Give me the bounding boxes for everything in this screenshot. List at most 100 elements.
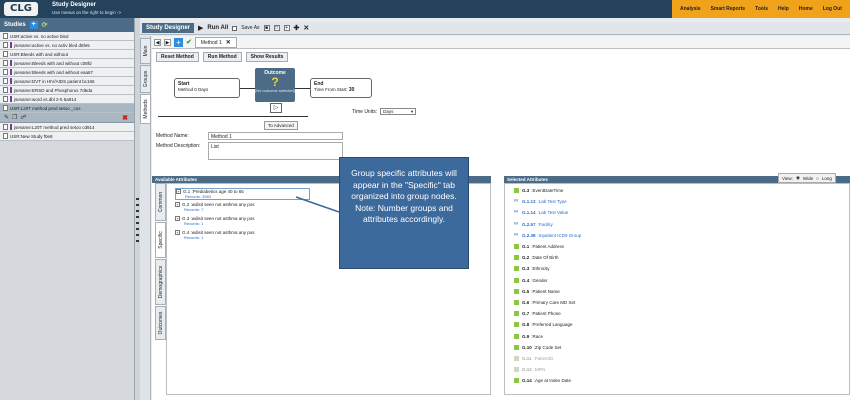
study-item[interactable]: USR:L20T method pred setoo _cus xyxy=(0,104,134,113)
expand-icon[interactable]: + xyxy=(175,202,180,207)
to-advanced-button[interactable]: To Advanced xyxy=(264,121,298,130)
copy-icon[interactable]: ❐ xyxy=(12,114,17,121)
tab-specific[interactable]: Specific xyxy=(155,222,166,258)
long-radio[interactable]: ○ xyxy=(816,176,819,181)
selected-attribute-row[interactable]: G.8:Preferred Language xyxy=(514,322,573,328)
study-item[interactable]: jsesame:word vs.dbl 2-5 5a914 xyxy=(0,95,134,104)
available-attribute-row[interactable]: + G.1 :Prediabetics age 40 to 65 Records: … xyxy=(175,188,310,200)
available-attribute-row[interactable]: + G.3 :wdisit seen not asthma any pos Reco… xyxy=(175,216,255,226)
attribute-name: :Zip Code Set xyxy=(533,344,562,350)
wide-radio[interactable]: ◉ xyxy=(796,175,800,181)
delete-icon[interactable]: ✖ xyxy=(122,114,128,122)
selected-attribute-row[interactable]: G.10:Zip Code Set xyxy=(514,344,562,350)
study-item[interactable]: USR:active vs. no active bled xyxy=(0,32,134,41)
next-tab-icon[interactable]: ▶ xyxy=(164,38,171,46)
study-label: jsesame:Bleeds with and without eaa67 xyxy=(14,69,94,75)
attribute-code: G.4 xyxy=(522,277,530,283)
method-name-input[interactable]: Method 1 xyxy=(208,132,343,140)
selected-attribute-row[interactable]: ∞ G.1.13:Lab Test Type xyxy=(514,198,567,204)
close-icon[interactable]: ✕ xyxy=(303,24,309,32)
nav-analysis[interactable]: Analysis xyxy=(680,6,701,12)
refresh-icon[interactable]: ⟳ xyxy=(42,21,48,29)
open-icon[interactable]: □ xyxy=(273,25,280,31)
study-item[interactable]: jsesame:Bleeds with and without c08fd xyxy=(0,59,134,68)
attribute-icon xyxy=(514,288,519,294)
run-all-button[interactable]: Run All xyxy=(207,25,228,31)
run-method-button[interactable]: Run Method xyxy=(202,52,242,62)
selected-attribute-row[interactable]: G.14:Age at Index Date xyxy=(514,378,572,384)
selected-attribute-row[interactable]: G.6:Primary Care MD Set xyxy=(514,300,575,305)
selected-attribute-row[interactable]: ∞ G.2.38:Inpatient ICD9 Group xyxy=(514,232,581,238)
add-method-button[interactable]: + xyxy=(174,37,183,47)
start-node[interactable]: Start Method 0 Days xyxy=(174,78,240,98)
study-item[interactable]: jsesame:DVT in HIV/AIDS patient bc166 xyxy=(0,77,134,86)
expand-icon[interactable]: + xyxy=(175,216,180,221)
selected-attribute-row[interactable]: G.12:MRN xyxy=(514,367,545,373)
selected-attribute-row[interactable]: G.4:Gender xyxy=(514,277,548,283)
tab-groups[interactable]: Groups xyxy=(140,65,151,93)
selected-attribute-row[interactable]: G.3:Ethnicity xyxy=(514,266,550,272)
time-units-label: Time Units: xyxy=(352,108,378,115)
attribute-name: :Preferred Language xyxy=(531,322,573,328)
reset-method-button[interactable]: Reset Method xyxy=(156,52,199,62)
arrows-icon[interactable]: ✚ xyxy=(294,24,300,32)
save-icon[interactable]: ■ xyxy=(263,25,270,31)
study-item[interactable]: USR:New Study f0e8 xyxy=(0,132,134,141)
attribute-name: :Age at Index Date xyxy=(533,378,572,384)
study-item[interactable]: jsesame:Bleeds with and without eaa67 xyxy=(0,68,134,77)
nav-smart-reports[interactable]: Smart Reports xyxy=(711,6,745,12)
selected-attribute-row[interactable]: G.11:PatientID xyxy=(514,356,553,361)
attribute-name: :Facility xyxy=(537,221,553,227)
study-item[interactable]: jsesame:L20T method pred setoo cd914 xyxy=(0,123,134,132)
selected-attribute-row[interactable]: ∞ G.2.57:Facility xyxy=(514,221,553,227)
expand-icon[interactable]: + xyxy=(176,189,181,194)
outcome-node[interactable]: Outcome ? [No outcome selected] xyxy=(255,68,295,102)
study-item[interactable]: jsesame:ERSD and Phosphorus 7d6da xyxy=(0,86,134,95)
edit-icon[interactable]: ✎ xyxy=(4,114,9,121)
study-item[interactable]: USR:Bleeds with and without xyxy=(0,50,134,59)
save-as-checkbox[interactable] xyxy=(232,25,238,31)
nav-tools[interactable]: Tools xyxy=(755,6,768,12)
attribute-icon xyxy=(514,300,519,305)
show-results-button[interactable]: Show Results xyxy=(245,52,289,62)
new-icon[interactable]: + xyxy=(283,25,290,31)
nav-log-out[interactable]: Log Out xyxy=(823,6,842,12)
attribute-code: G.14 xyxy=(522,378,532,384)
tab-demographics[interactable]: Demographics xyxy=(155,259,166,305)
splitter-grip-icon xyxy=(136,198,139,200)
prev-tab-icon[interactable]: ◀ xyxy=(154,38,161,46)
method-description-input[interactable]: List xyxy=(208,142,343,160)
method-tab[interactable]: Method 1 ✕ xyxy=(194,36,237,48)
time-units-select[interactable]: Days ▾ xyxy=(380,108,417,115)
selected-attribute-row[interactable]: G.1:Patient Address xyxy=(514,244,564,249)
selected-attribute-row[interactable]: G.9:Race xyxy=(514,333,543,339)
tab-common-label: Common xyxy=(157,191,164,213)
end-node[interactable]: End Time From Start: 30 xyxy=(310,78,372,98)
attribute-code: G.9 xyxy=(522,333,530,339)
tab-methods[interactable]: Methods xyxy=(140,94,151,124)
method-description-label: Method Description: xyxy=(156,143,201,149)
selected-attribute-row[interactable]: G.3:EventDateTime xyxy=(514,188,563,193)
attribute-icon xyxy=(514,188,519,193)
expand-icon[interactable]: + xyxy=(175,230,180,235)
nav-home[interactable]: Home xyxy=(799,6,813,12)
tab-common[interactable]: Common xyxy=(155,183,166,221)
outcome-play-icon[interactable]: ▷ xyxy=(270,103,282,113)
selected-attribute-row[interactable]: G.7:Patient Phone xyxy=(514,311,561,317)
close-tab-icon[interactable]: ✕ xyxy=(226,40,231,46)
tab-main[interactable]: Main xyxy=(140,38,151,64)
nav-help[interactable]: Help xyxy=(778,6,789,12)
available-attribute-row[interactable]: + G.4 :wdisit seen not asthma any pos Reco… xyxy=(175,230,255,240)
study-tools-row: ✎ ❐ ☍ ✖ xyxy=(0,113,134,123)
attribute-icon xyxy=(514,277,519,283)
selected-attribute-row[interactable]: G.5:Patient Name xyxy=(514,288,560,294)
tab-outcomes[interactable]: Outcomes xyxy=(155,306,166,340)
selected-attribute-row[interactable]: G.2:Date Of Birth xyxy=(514,255,559,261)
study-item[interactable]: jsesame:active vs. no activ bled d5fe5 xyxy=(0,41,134,50)
app-logo: CLG xyxy=(4,2,38,16)
add-study-button[interactable]: + xyxy=(29,21,38,29)
selected-attribute-row[interactable]: ∞ G.1.14:Lab Test Value xyxy=(514,209,568,215)
share-icon[interactable]: ☍ xyxy=(20,114,26,121)
available-attribute-row[interactable]: + G.2 :wdisit seen not asthma any pos Reco… xyxy=(175,202,255,212)
splitter-grip-icon xyxy=(136,216,139,218)
